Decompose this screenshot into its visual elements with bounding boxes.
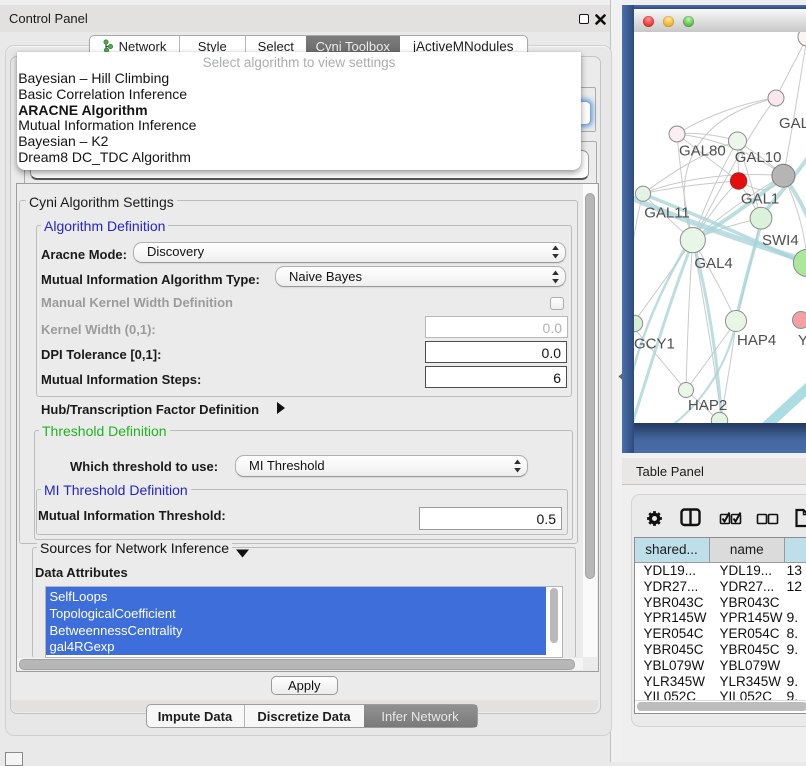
svg-text:GCY1: GCY1 [634, 336, 675, 353]
svg-text:GAL80: GAL80 [679, 143, 726, 160]
svg-text:GAL10: GAL10 [735, 149, 782, 166]
svg-text:GAL11: GAL11 [644, 205, 690, 222]
svg-text:HAP2: HAP2 [688, 397, 727, 414]
svg-text:SWI4: SWI4 [762, 232, 799, 249]
svg-text:GAL4: GAL4 [694, 255, 732, 272]
svg-text:HAP4: HAP4 [737, 332, 776, 349]
svg-text:GAL1: GAL1 [741, 191, 779, 208]
svg-text:YM: YM [798, 332, 806, 349]
svg-text:GAL2: GAL2 [779, 115, 806, 132]
